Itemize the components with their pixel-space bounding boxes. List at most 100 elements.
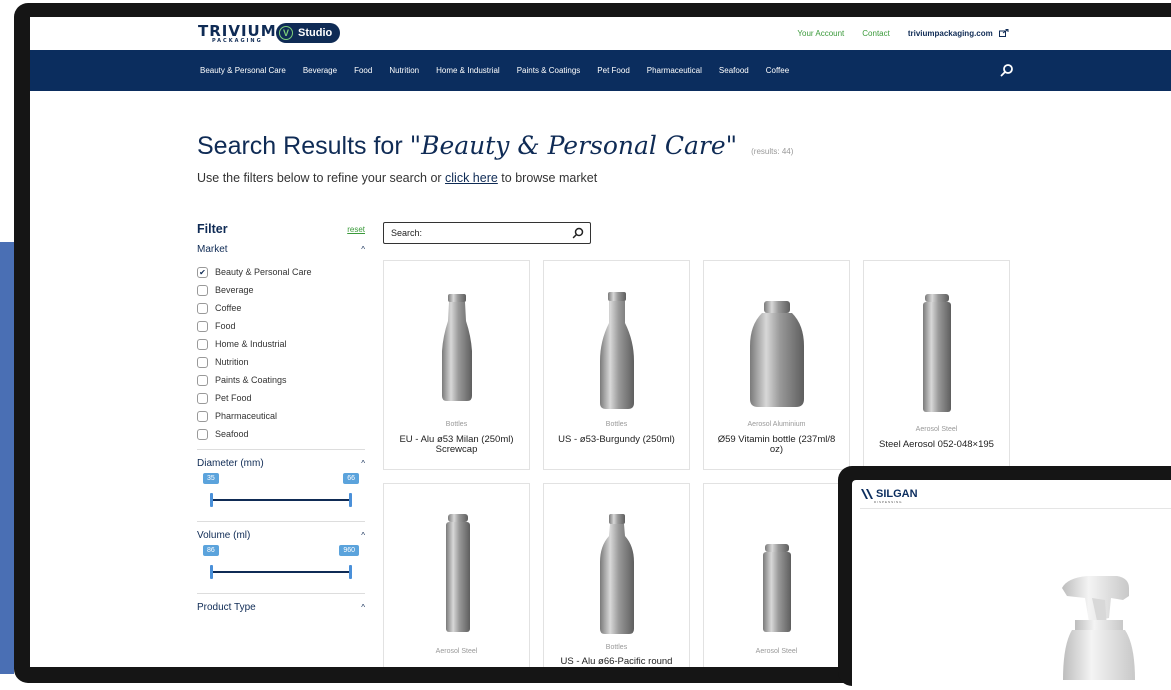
diameter-slider-track	[212, 499, 350, 501]
product-card[interactable]: Bottles US - ø53-Burgundy (250ml)	[543, 260, 690, 470]
market-label: Market	[197, 244, 228, 255]
product-name: EU - Alu ø53 Milan (250ml) Screwcap	[399, 434, 514, 455]
product-image-can	[446, 514, 470, 632]
nav-item-beverage[interactable]: Beverage	[303, 66, 337, 75]
nav-item-pet-food[interactable]: Pet Food	[597, 66, 629, 75]
diameter-slider[interactable]: 35 66	[197, 469, 365, 511]
filter-sidebar: Filter reset Market ^ ✔ Beauty & Personal…	[197, 222, 365, 613]
subtitle-after: to browse market	[497, 171, 598, 185]
search-icon[interactable]	[1000, 63, 1014, 77]
divider	[197, 449, 365, 450]
checkbox-icon[interactable]	[197, 392, 208, 404]
search-icon[interactable]	[572, 227, 584, 239]
page-subtitle: Use the filters below to refine your sea…	[197, 171, 597, 185]
studio-badge[interactable]: V Studio	[276, 23, 341, 43]
nav-items: Beauty & Personal Care Beverage Food Nut…	[200, 50, 789, 91]
checkbox-icon[interactable]	[197, 338, 208, 350]
product-image-can	[763, 544, 791, 632]
market-filter-option[interactable]: Pet Food	[197, 389, 365, 407]
diameter-section-header[interactable]: Diameter (mm) ^	[197, 458, 365, 469]
browse-market-link[interactable]: click here	[445, 171, 498, 185]
nav-item-pharmaceutical[interactable]: Pharmaceutical	[647, 66, 702, 75]
diameter-min-handle[interactable]	[210, 493, 213, 507]
subtitle-before: Use the filters below to refine your sea…	[197, 171, 446, 185]
results-count: (results: 44)	[751, 147, 794, 156]
volume-max-value: 960	[339, 545, 359, 556]
market-option-label: Pet Food	[215, 393, 252, 403]
product-card[interactable]: Aerosol Steel	[703, 483, 850, 667]
product-type-section-header[interactable]: Product Type ^	[197, 602, 365, 613]
product-name: Ø59 Vitamin bottle (237ml/8 oz)	[717, 434, 836, 455]
nav-item-food[interactable]: Food	[354, 66, 372, 75]
diameter-label: Diameter (mm)	[197, 458, 264, 469]
nav-item-home-industrial[interactable]: Home & Industrial	[436, 66, 500, 75]
diameter-max-handle[interactable]	[349, 493, 352, 507]
market-option-label: Pharmaceutical	[215, 411, 278, 421]
nav-item-seafood[interactable]: Seafood	[719, 66, 749, 75]
silgan-mark-icon	[861, 489, 873, 499]
volume-min-value: 86	[203, 545, 219, 556]
product-search-input[interactable]	[389, 227, 563, 239]
product-search-box	[383, 222, 591, 244]
product-category: Bottles	[445, 421, 468, 428]
volume-section-header[interactable]: Volume (ml) ^	[197, 530, 365, 541]
volume-max-handle[interactable]	[349, 565, 352, 579]
market-option-label: Seafood	[215, 429, 249, 439]
nav-item-beauty[interactable]: Beauty & Personal Care	[200, 66, 286, 75]
product-name: Steel Aerosol 052-048×195	[879, 439, 994, 450]
background-blue-panel	[0, 242, 14, 674]
market-filter-option[interactable]: Nutrition	[197, 353, 365, 371]
site-link-label: triviumpackaging.com	[907, 29, 993, 38]
checkbox-icon[interactable]	[197, 284, 208, 296]
volume-slider[interactable]: 86 960	[197, 541, 365, 583]
product-card[interactable]: Bottles EU - Alu ø53 Milan (250ml) Screw…	[383, 260, 530, 470]
nav-item-nutrition[interactable]: Nutrition	[389, 66, 419, 75]
market-filter-option[interactable]: Beverage	[197, 281, 365, 299]
contact-link[interactable]: Contact	[862, 29, 890, 38]
market-filter-option[interactable]: Home & Industrial	[197, 335, 365, 353]
nav-item-coffee[interactable]: Coffee	[766, 66, 789, 75]
tablet-header-divider	[860, 508, 1171, 509]
product-card[interactable]: Aerosol Steel Steel Aerosol 052-048×195	[863, 260, 1010, 470]
product-category: Aerosol Steel	[915, 426, 958, 433]
market-section-header[interactable]: Market ^	[197, 244, 365, 255]
product-card[interactable]: Aerosol Aluminium Ø59 Vitamin bottle (23…	[703, 260, 850, 470]
site-link[interactable]: triviumpackaging.com	[908, 29, 1009, 38]
market-option-label: Food	[215, 321, 236, 331]
product-category: Aerosol Steel	[435, 648, 478, 655]
market-filter-option[interactable]: ✔ Beauty & Personal Care	[197, 263, 365, 281]
product-image-bottle	[600, 514, 634, 634]
your-account-link[interactable]: Your Account	[797, 29, 844, 38]
checkbox-icon[interactable]	[197, 428, 208, 440]
product-card[interactable]: Aerosol Steel	[383, 483, 530, 667]
market-option-label: Coffee	[215, 303, 242, 313]
market-filter-option[interactable]: Paints & Coatings	[197, 371, 365, 389]
silgan-sub: DISPENSING	[874, 500, 903, 504]
diameter-max-value: 66	[343, 473, 359, 484]
market-option-label: Paints & Coatings	[215, 375, 287, 385]
market-filter-option[interactable]: Seafood	[197, 425, 365, 443]
reset-link[interactable]: reset	[347, 225, 365, 234]
checkbox-icon[interactable]	[197, 320, 208, 332]
volume-min-handle[interactable]	[210, 565, 213, 579]
divider	[197, 521, 365, 522]
checkbox-icon[interactable]	[197, 302, 208, 314]
nav-item-paints-coatings[interactable]: Paints & Coatings	[517, 66, 581, 75]
checkbox-icon[interactable]	[197, 410, 208, 422]
volume-slider-track	[212, 571, 350, 573]
market-filter-option[interactable]: Pharmaceutical	[197, 407, 365, 425]
checkbox-checked-icon[interactable]: ✔	[197, 266, 208, 278]
external-link-icon	[999, 29, 1009, 37]
product-name: US - ø53-Burgundy (250ml)	[558, 434, 675, 445]
market-filter-option[interactable]: Coffee	[197, 299, 365, 317]
volume-label: Volume (ml)	[197, 530, 251, 541]
checkbox-icon[interactable]	[197, 374, 208, 386]
market-filter-option[interactable]: Food	[197, 317, 365, 335]
top-links: Your Account Contact triviumpackaging.co…	[797, 29, 1009, 38]
divider	[197, 593, 365, 594]
trivium-logo[interactable]: TRIVIUM PACKAGING	[198, 22, 277, 44]
product-card[interactable]: Bottles US - Alu ø66-Pacific round	[543, 483, 690, 667]
checkbox-icon[interactable]	[197, 356, 208, 368]
tablet-frame: SILGAN DISPENSING	[838, 466, 1171, 690]
page-title: Search Results for "Beauty & Personal Ca…	[197, 131, 793, 161]
